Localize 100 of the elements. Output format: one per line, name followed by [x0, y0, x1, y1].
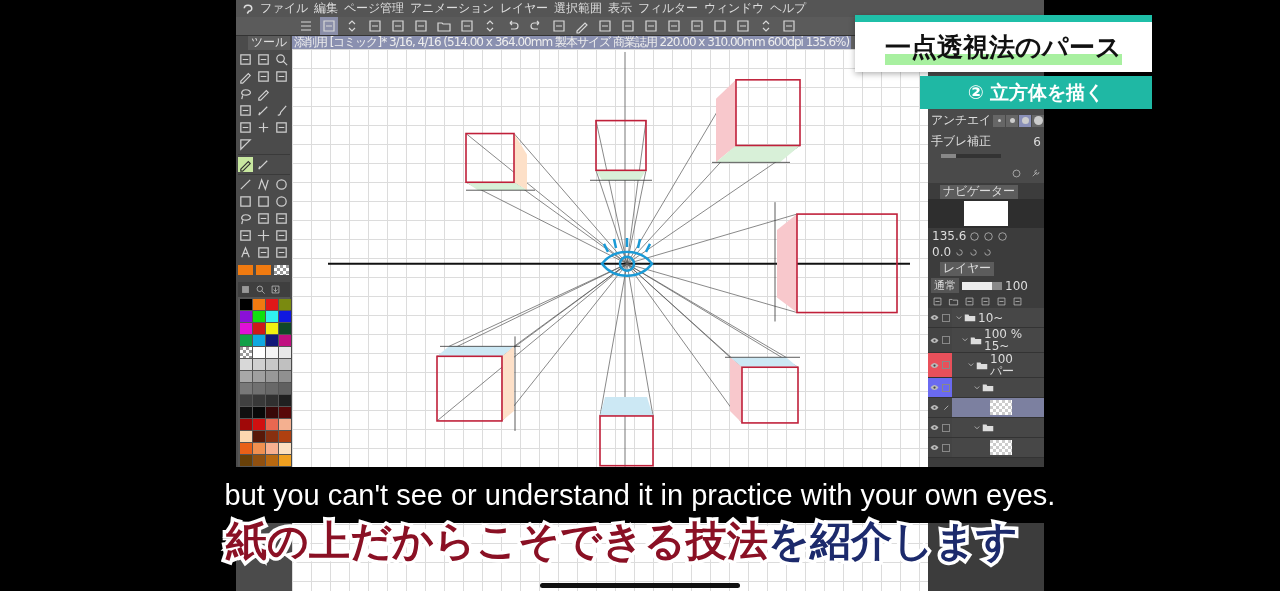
panel-tab[interactable]: レイヤー [940, 262, 994, 276]
color-swatch[interactable] [253, 311, 265, 322]
color-swatch[interactable] [238, 265, 253, 275]
color-swatch[interactable] [279, 443, 291, 454]
search-icon[interactable] [274, 52, 289, 67]
folder-icon[interactable] [948, 296, 959, 307]
layer-row[interactable] [928, 438, 1044, 458]
color-swatch[interactable] [279, 311, 291, 322]
lock-checkbox[interactable] [942, 361, 950, 369]
chevron-icon[interactable] [956, 314, 962, 321]
color-swatch[interactable] [253, 299, 265, 310]
menu-item[interactable]: ヘルプ [770, 0, 806, 17]
panel-tab[interactable]: ツール [248, 36, 290, 50]
search-icon[interactable] [255, 284, 266, 295]
color-swatch[interactable] [274, 265, 289, 275]
menu-item[interactable]: アニメーション [410, 0, 494, 17]
square-icon[interactable] [256, 194, 271, 209]
color-swatch[interactable] [240, 335, 252, 346]
panel-tab[interactable]: ナビゲーター [940, 185, 1018, 199]
line-icon[interactable] [238, 177, 253, 192]
square-icon[interactable] [238, 194, 253, 209]
color-swatch[interactable] [266, 347, 278, 358]
color-swatch[interactable] [279, 323, 291, 334]
color-swatch[interactable] [240, 371, 252, 382]
color-swatch[interactable] [253, 395, 265, 406]
color-swatch[interactable] [253, 347, 265, 358]
layer-row[interactable]: 10~ [928, 308, 1044, 328]
color-swatch[interactable] [253, 443, 265, 454]
color-swatch[interactable] [266, 383, 278, 394]
color-swatch[interactable] [279, 407, 291, 418]
visibility-cell[interactable] [928, 398, 940, 417]
color-swatch[interactable] [240, 443, 252, 454]
app-logo-icon[interactable] [242, 2, 254, 15]
layer-row[interactable] [928, 378, 1044, 398]
color-swatch[interactable] [279, 335, 291, 346]
chevron-icon[interactable] [974, 424, 980, 431]
curve-icon[interactable] [256, 177, 271, 192]
layer-row[interactable]: 100 % 15~ [928, 328, 1044, 353]
layer-row[interactable] [928, 398, 1044, 418]
color-swatch[interactable] [240, 431, 252, 442]
visibility-cell[interactable] [928, 378, 940, 397]
color-swatch[interactable] [266, 371, 278, 382]
chevron-icon[interactable] [962, 337, 968, 343]
menu-item[interactable]: ページ管理 [344, 0, 404, 17]
text-icon[interactable] [238, 245, 253, 260]
color-swatch[interactable] [253, 335, 265, 346]
color-swatch[interactable] [279, 371, 291, 382]
layer-row[interactable]: 100 パー [928, 353, 1044, 378]
color-swatch[interactable] [253, 323, 265, 334]
color-swatch[interactable] [266, 407, 278, 418]
color-swatch[interactable] [266, 323, 278, 334]
navigator-thumbnail[interactable] [964, 201, 1008, 226]
lock-checkbox[interactable] [942, 336, 950, 344]
color-swatch[interactable] [279, 431, 291, 442]
color-swatch[interactable] [266, 419, 278, 430]
plus-icon[interactable] [256, 120, 271, 135]
color-swatch[interactable] [253, 419, 265, 430]
color-swatch[interactable] [279, 455, 291, 466]
lock-checkbox[interactable] [942, 443, 950, 452]
menu-item[interactable]: 表示 [608, 0, 632, 17]
color-swatch[interactable] [240, 323, 252, 334]
color-swatch[interactable] [279, 299, 291, 310]
antialias-option[interactable] [1019, 114, 1031, 127]
color-swatch[interactable] [240, 383, 252, 394]
color-swatch[interactable] [240, 407, 252, 418]
menu-item[interactable]: 編集 [314, 0, 338, 17]
color-swatch[interactable] [253, 383, 265, 394]
color-swatch[interactable] [266, 431, 278, 442]
antialias-option[interactable] [993, 114, 1005, 127]
color-swatch[interactable] [266, 395, 278, 406]
chevron-icon[interactable] [974, 384, 980, 391]
antialias-option[interactable] [1032, 114, 1044, 127]
color-swatch[interactable] [240, 359, 252, 370]
color-swatch[interactable] [253, 455, 265, 466]
pen-icon[interactable] [238, 157, 253, 172]
color-swatch[interactable] [266, 311, 278, 322]
color-swatch[interactable] [240, 347, 252, 358]
lasso-icon[interactable] [238, 211, 253, 226]
triangle-icon[interactable] [238, 137, 253, 152]
color-swatch[interactable] [279, 419, 291, 430]
menu-item[interactable]: 選択範囲 [554, 0, 602, 17]
rotate-left-icon[interactable] [954, 246, 966, 258]
palette-icon[interactable] [240, 284, 251, 295]
color-swatch[interactable] [240, 419, 252, 430]
color-swatch[interactable] [279, 395, 291, 406]
reset-icon[interactable] [982, 246, 994, 258]
blend-mode-dropdown[interactable]: 通常 [931, 278, 959, 293]
move-icon[interactable] [256, 228, 271, 243]
antialias-option[interactable] [1006, 114, 1018, 127]
clock-icon[interactable] [1011, 168, 1022, 179]
square-icon[interactable] [711, 17, 729, 35]
color-swatch[interactable] [279, 359, 291, 370]
color-swatch[interactable] [240, 311, 252, 322]
menu-item[interactable]: フィルター [638, 0, 698, 17]
color-swatch[interactable] [240, 455, 252, 466]
lasso-icon[interactable] [238, 86, 253, 101]
lock-checkbox[interactable] [942, 313, 950, 322]
color-swatch[interactable] [240, 395, 252, 406]
color-swatch[interactable] [240, 299, 252, 310]
chevron-icon[interactable] [968, 362, 974, 368]
